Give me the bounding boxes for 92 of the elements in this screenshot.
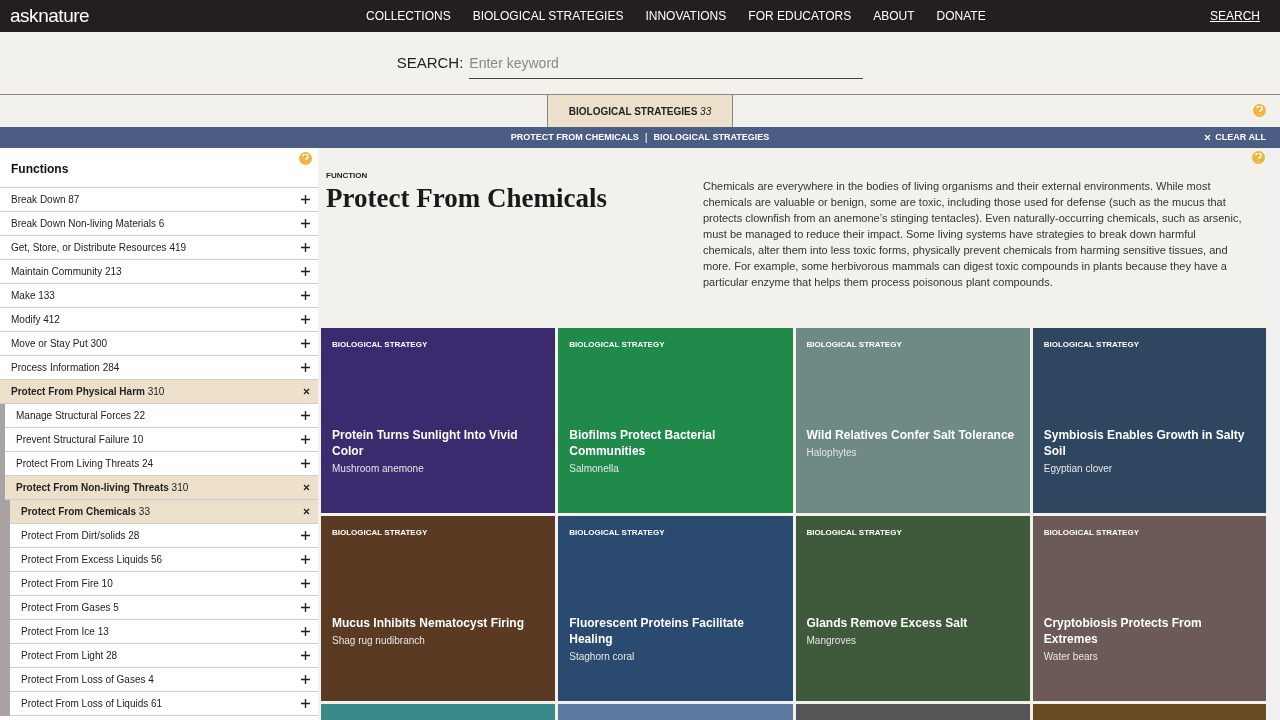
- card-subtitle: Shag rug nudibranch: [332, 634, 426, 648]
- function-item[interactable]: Protect From Living Threats 24: [5, 452, 318, 476]
- strategy-card[interactable]: BIOLOGICAL STRATEGY Fluorescent Proteins Facilitate Healing Staghorn coral: [558, 516, 793, 701]
- separator: |: [644, 130, 648, 146]
- function-item[interactable]: Protect From Ice 13: [10, 620, 318, 644]
- card-subtitle: Halophytes: [806, 446, 858, 460]
- card-subtitle: Salmonella: [569, 462, 620, 476]
- plus-icon: [301, 435, 310, 444]
- card-title: Cryptobiosis Protects From Extremes: [1043, 615, 1203, 647]
- plus-icon: [301, 363, 310, 372]
- strategy-card[interactable]: BIOLOGICAL STRATEGY Cryptobiosis Protects From Extremes Water bears: [1032, 516, 1266, 701]
- card-subtitle: Staghorn coral: [569, 650, 636, 664]
- plus-icon: [301, 555, 310, 564]
- nav-link[interactable]: INNOVATIONS: [645, 7, 727, 25]
- plus-icon: [301, 291, 310, 300]
- function-item[interactable]: Prevent Structural Failure 10: [5, 428, 318, 452]
- plus-icon: [301, 699, 310, 708]
- function-item[interactable]: Protect From Physical Harm 310: [0, 380, 318, 404]
- card-tag: BIOLOGICAL STRATEGY: [806, 339, 1019, 351]
- card-title: Protein Turns Sunlight Into Vivid Color: [332, 427, 519, 459]
- function-description: Chemicals are everywhere in the bodies of living organisms and their external environments. While most chemicals are valuable or benign, some are toxic, including those used for defense (such as the mucus that protects clownfish from an anemone’s stinging tentacles). Even naturally-occurring chemicals, such as arsenic, must be managed to reduce their impact. Some living systems have strategies to break down harmful chemicals, alter them into less toxic forms, physically prevent chemicals from harming sensitive tissues, and more. For example, some herbivorous mammals can digest toxic compounds in plants because they have a particular enzyme that helps them process poisonous plant compounds.: [703, 179, 1243, 290]
- card-title: Biofilms Protect Bacterial Communities: [569, 427, 717, 459]
- card-tag: BIOLOGICAL STRATEGY: [332, 339, 545, 351]
- strategy-card[interactable]: BIOLOGICAL STRATEGY Wild Relatives Confer Salt Tolerance Halophytes: [795, 328, 1030, 513]
- scrollbar[interactable]: [1266, 148, 1280, 720]
- sidebar-title: Functions: [11, 161, 69, 178]
- card-title: Fluorescent Proteins Facilitate Healing: [569, 615, 745, 647]
- strategy-card[interactable]: BIOLOGICAL STRATEGY Mucus Inhibits Nematocyst Firing Shag rug nudibranch: [321, 516, 556, 701]
- card-subtitle: Mushroom anemone: [332, 462, 425, 476]
- help-icon[interactable]: [299, 152, 312, 165]
- plus-icon: [301, 579, 310, 588]
- card-subtitle: Water bears: [1043, 650, 1099, 664]
- nav-link[interactable]: COLLECTIONS: [366, 7, 451, 25]
- nav-link[interactable]: DONATE: [936, 7, 986, 25]
- close-icon: [1204, 134, 1212, 141]
- strategy-card[interactable]: BIOLOGICAL STRATEGY Glands Remove Excess Salt Mangroves: [795, 516, 1030, 701]
- filter-tag[interactable]: PROTECT FROM CHEMICALS: [510, 130, 639, 145]
- search-link[interactable]: SEARCH: [1210, 7, 1260, 25]
- plus-icon: [301, 243, 310, 252]
- plus-icon: [301, 411, 310, 420]
- plus-icon: [301, 651, 310, 660]
- card-tag: BIOLOGICAL STRATEGY: [569, 527, 782, 539]
- card-title: Mucus Inhibits Nematocyst Firing: [332, 615, 526, 631]
- card-tag: BIOLOGICAL STRATEGY: [1043, 339, 1256, 351]
- function-item[interactable]: Protect From Excess Liquids 56: [10, 548, 318, 572]
- filter-tag[interactable]: BIOLOGICAL STRATEGIES: [653, 130, 770, 145]
- card-tag: BIOLOGICAL STRATEGY: [569, 339, 782, 351]
- plus-icon: [301, 339, 310, 348]
- card-tag: BIOLOGICAL STRATEGY: [332, 527, 545, 539]
- plus-icon: [301, 267, 310, 276]
- card-subtitle: Egyptian clover: [1043, 462, 1114, 476]
- plus-icon: [301, 219, 310, 228]
- card-title: Symbiosis Enables Growth in Salty Soil: [1043, 427, 1246, 459]
- plus-icon: [301, 603, 310, 612]
- card-tag: BIOLOGICAL STRATEGY: [806, 527, 1019, 539]
- plus-icon: [301, 459, 310, 468]
- card-tag: BIOLOGICAL STRATEGY: [1043, 527, 1256, 539]
- nav-link[interactable]: FOR EDUCATORS: [748, 7, 852, 25]
- site-logo[interactable]: asknature: [10, 1, 340, 31]
- plus-icon: [301, 195, 310, 204]
- function-item[interactable]: Protect From Gases 5: [10, 596, 318, 620]
- nav-link[interactable]: BIOLOGICAL STRATEGIES: [472, 7, 624, 25]
- plus-icon: [301, 675, 310, 684]
- help-icon[interactable]: [1253, 104, 1266, 117]
- function-item[interactable]: Protect From Chemicals 33: [10, 500, 318, 524]
- nav-link[interactable]: ABOUT: [873, 7, 915, 25]
- close-icon: [303, 388, 310, 395]
- function-item[interactable]: Protect From Non-living Threats 310: [5, 476, 318, 500]
- card-title: Glands Remove Excess Salt: [806, 615, 969, 631]
- kicker-label: FUNCTION: [326, 170, 369, 182]
- strategy-card[interactable]: BIOLOGICAL STRATEGY Protein Turns Sunlight Into Vivid Color Mushroom anemone: [321, 328, 556, 513]
- search-field[interactable]: Enter keyword: [469, 47, 864, 79]
- search-label: SEARCH:: [396, 52, 464, 73]
- function-item[interactable]: Manage Structural Forces 22: [5, 404, 318, 428]
- function-item[interactable]: Protect From Light 28: [10, 644, 318, 668]
- function-item[interactable]: Protect From Loss of Gases 4: [10, 668, 318, 692]
- card-subtitle: Mangroves: [806, 634, 857, 648]
- strategy-card[interactable]: BIOLOGICAL STRATEGY Symbiosis Enables Growth in Salty Soil Egyptian clover: [1032, 328, 1266, 513]
- function-title: Protect From Chemicals: [326, 182, 608, 214]
- results-tab[interactable]: BIOLOGICAL STRATEGIES 33: [546, 95, 734, 127]
- card-title: Wild Relatives Confer Salt Tolerance: [806, 427, 1016, 443]
- plus-icon: [301, 315, 310, 324]
- function-item[interactable]: Protect From Fire 10: [10, 572, 318, 596]
- close-icon: [303, 508, 310, 515]
- plus-icon: [301, 531, 310, 540]
- function-item[interactable]: Protect From Loss of Liquids 61: [10, 692, 318, 716]
- function-item[interactable]: Protect From Dirt/solids 28: [10, 524, 318, 548]
- strategy-card[interactable]: BIOLOGICAL STRATEGY Biofilms Protect Bacterial Communities Salmonella: [558, 328, 793, 513]
- clear-all-button[interactable]: CLEAR ALL: [1204, 130, 1266, 145]
- help-icon[interactable]: [1252, 151, 1265, 164]
- plus-icon: [301, 627, 310, 636]
- close-icon: [303, 484, 310, 491]
